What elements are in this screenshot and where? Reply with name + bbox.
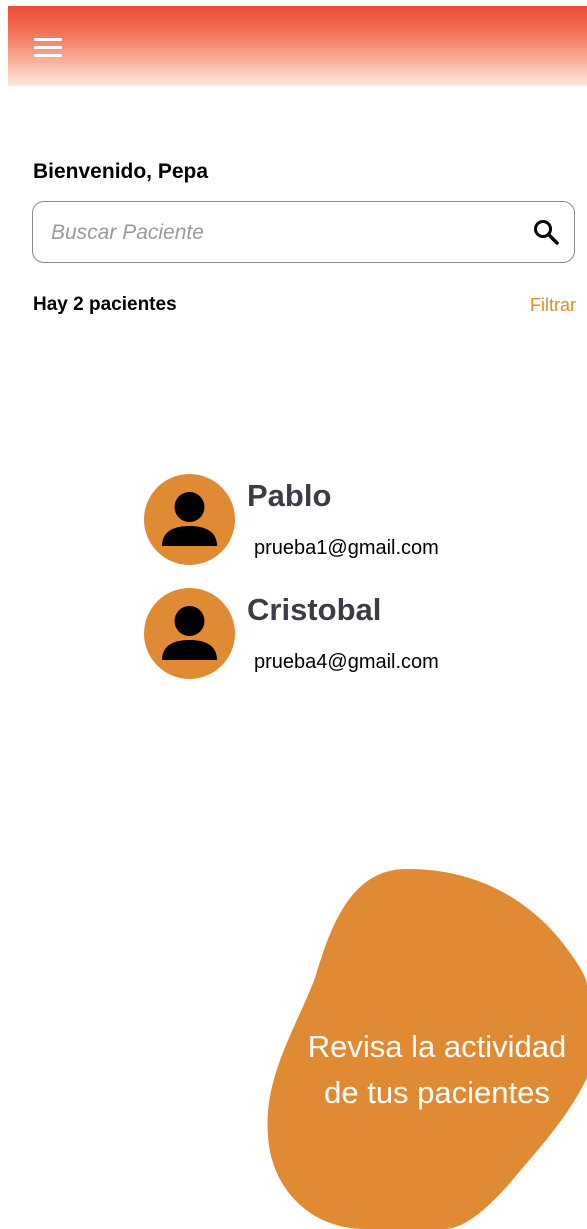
- avatar: [144, 588, 235, 679]
- patient-email: prueba4@gmail.com: [254, 651, 439, 673]
- filter-button[interactable]: Filtrar: [530, 295, 576, 316]
- patient-list-item[interactable]: Pablo prueba1@gmail.com: [144, 474, 504, 566]
- search-input[interactable]: [49, 202, 513, 264]
- menu-line: [34, 38, 62, 41]
- patient-name: Pablo: [247, 478, 332, 513]
- menu-line: [34, 54, 62, 57]
- person-icon: [162, 606, 217, 660]
- promo-message: Revisa la actividad de tus pacientes: [287, 1024, 587, 1116]
- patient-email: prueba1@gmail.com: [254, 537, 439, 559]
- app-screen: Bienvenido, Pepa Hay 2 pacientes Filtrar…: [0, 0, 587, 1229]
- promo-line: de tus pacientes: [324, 1075, 550, 1110]
- avatar: [144, 474, 235, 565]
- search-icon[interactable]: [532, 218, 560, 246]
- menu-line: [34, 46, 62, 49]
- search-bar: [32, 201, 575, 264]
- person-icon: [162, 492, 217, 546]
- hamburger-menu-icon[interactable]: [34, 36, 62, 58]
- patient-name: Cristobal: [247, 592, 382, 627]
- promo-line: Revisa la actividad: [307, 1029, 567, 1064]
- welcome-heading: Bienvenido, Pepa: [33, 160, 209, 183]
- patient-count-label: Hay 2 pacientes: [33, 294, 177, 315]
- app-header: [8, 6, 587, 86]
- patient-list-item[interactable]: Cristobal prueba4@gmail.com: [144, 588, 504, 680]
